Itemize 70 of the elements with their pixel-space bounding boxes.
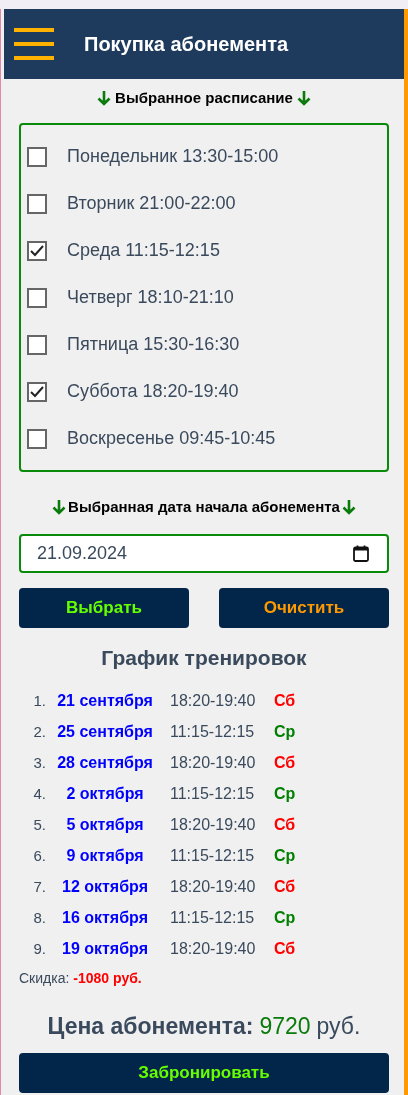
weekday: Ср — [274, 784, 296, 804]
select-button[interactable]: Выбрать — [19, 588, 189, 628]
training-date: 28 сентября — [56, 753, 154, 773]
training-time: 18:20-19:40 — [169, 939, 257, 959]
schedule-option-label: Среда 11:15-12:15 — [67, 239, 220, 262]
weekday: Ср — [274, 722, 296, 742]
down-arrow-icon — [296, 90, 311, 106]
date-field[interactable]: 21.09.2024 — [19, 534, 389, 573]
training-date: 21 сентября — [56, 691, 154, 711]
down-arrow-icon — [52, 499, 67, 515]
weekday: Сб — [274, 691, 296, 711]
row-number: 2. — [32, 721, 46, 742]
training-date: 5 октября — [65, 815, 145, 835]
plan-title: График тренировок — [100, 645, 308, 671]
weekday: Ср — [274, 846, 296, 866]
row-number: 1. — [32, 690, 46, 711]
training-time: 11:15-12:15 — [169, 846, 256, 866]
training-date: 2 октября — [65, 784, 145, 804]
weekday: Ср — [274, 908, 296, 928]
training-time: 11:15-12:15 — [169, 908, 256, 928]
checkbox[interactable] — [27, 287, 47, 308]
discount-value: -1080 руб. — [73, 969, 142, 988]
row-number: 7. — [32, 876, 46, 897]
training-time: 18:20-19:40 — [169, 877, 257, 897]
checkbox[interactable] — [27, 193, 47, 214]
clear-button[interactable]: Очистить — [219, 588, 389, 628]
down-arrow-icon — [97, 90, 112, 106]
section-heading: Выбранная дата начала абонемента — [68, 496, 340, 517]
row-number: 6. — [32, 845, 46, 866]
schedule-option-label: Суббота 18:20-19:40 — [67, 380, 239, 403]
checkbox[interactable] — [27, 240, 47, 261]
row-number: 4. — [32, 783, 46, 804]
price-currency: руб. — [316, 1011, 361, 1041]
page-title: Покупка абонемента — [84, 32, 289, 57]
checkbox[interactable] — [27, 146, 47, 167]
schedule-option-label: Пятница 15:30-16:30 — [67, 333, 240, 356]
menu-icon[interactable] — [14, 26, 54, 62]
schedule-option-label: Четверг 18:10-21:10 — [67, 286, 234, 309]
training-date: 16 октября — [61, 908, 149, 928]
weekday: Сб — [274, 939, 296, 959]
weekday: Сб — [274, 753, 296, 773]
schedule-option-label: Воскресенье 09:45-10:45 — [67, 427, 276, 450]
training-time: 18:20-19:40 — [169, 815, 257, 835]
weekday: Сб — [274, 877, 296, 897]
training-date: 25 сентября — [56, 722, 154, 742]
checkbox[interactable] — [27, 381, 47, 402]
down-arrow-icon — [341, 499, 356, 515]
training-date: 12 октября — [61, 877, 149, 897]
training-time: 11:15-12:15 — [169, 784, 256, 804]
date-value: 21.09.2024 — [37, 542, 128, 565]
row-number: 8. — [32, 907, 46, 928]
row-number: 9. — [32, 938, 46, 959]
calendar-icon[interactable] — [353, 545, 369, 562]
section-heading: Выбранное расписание — [115, 87, 293, 108]
book-button[interactable]: Забронировать — [19, 1053, 389, 1093]
discount-label: Скидка: — [19, 969, 70, 988]
weekday: Сб — [274, 815, 296, 835]
price-amount: 9720 — [259, 1011, 311, 1041]
row-number: 3. — [32, 752, 46, 773]
schedule-option-label: Вторник 21:00-22:00 — [67, 192, 236, 215]
training-date: 19 октября — [61, 939, 149, 959]
training-time: 18:20-19:40 — [169, 753, 257, 773]
checkbox[interactable] — [27, 428, 47, 449]
checkbox[interactable] — [27, 334, 47, 355]
training-date: 9 октября — [65, 846, 145, 866]
training-time: 18:20-19:40 — [169, 691, 257, 711]
row-number: 5. — [32, 814, 46, 835]
training-time: 11:15-12:15 — [169, 722, 256, 742]
schedule-option-label: Понедельник 13:30-15:00 — [67, 145, 279, 168]
price-label: Цена абонемента: — [47, 1011, 254, 1041]
